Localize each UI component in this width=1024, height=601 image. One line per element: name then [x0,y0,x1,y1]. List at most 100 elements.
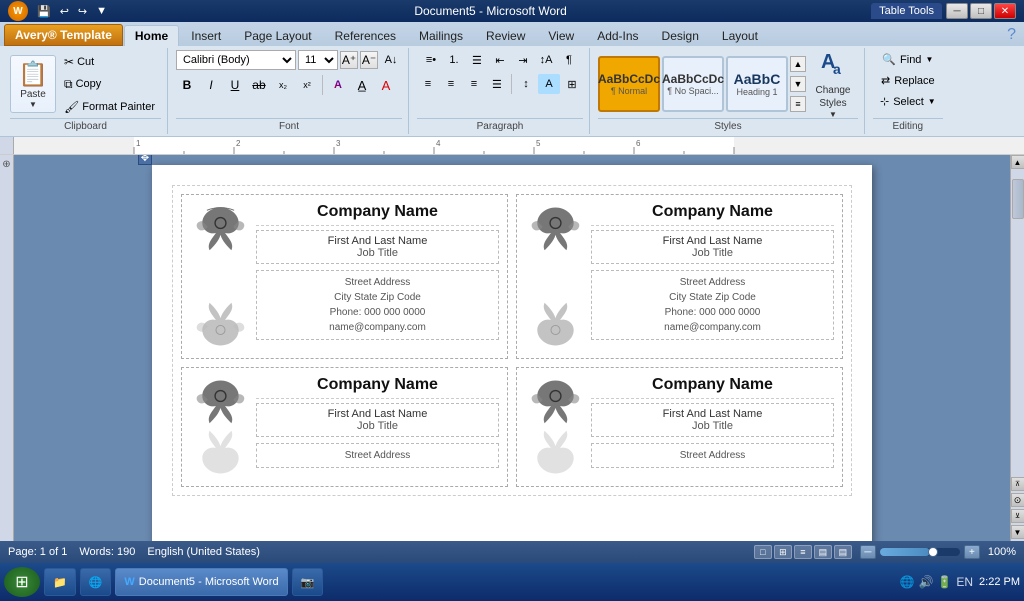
zoom-in-btn[interactable]: + [964,545,980,559]
vertical-scrollbar[interactable]: ▲ ⊼ ⊙ ⊻ ▼ [1010,155,1024,541]
style-nospacing[interactable]: AaBbCcDc ¶ No Spaci... [662,56,724,112]
card-person-name-1: First And Last Name [261,235,494,247]
view-print-btn[interactable]: □ [754,545,772,559]
zoom-bar[interactable] [880,548,960,556]
italic-button[interactable]: I [200,75,222,95]
scroll-thumb[interactable] [1012,179,1024,219]
scroll-track[interactable] [1012,169,1024,477]
justify-btn[interactable]: ☰ [486,74,508,94]
bullets-btn[interactable]: ≡• [420,50,442,70]
cards-grid: Company Name First And Last Name Job Tit… [181,194,843,487]
business-card-4[interactable]: Company Name First And Last Name Job Tit… [516,367,843,487]
style-normal[interactable]: AaBbCcDc ¶ Normal [598,56,660,112]
ornament-bottom-1 [193,300,248,350]
undo-quick-btn[interactable]: ↩ [57,4,72,19]
taskbar-explorer-btn[interactable]: 📁 [44,568,76,596]
change-styles-button[interactable]: A a ChangeStyles ▼ [808,56,858,112]
select-button[interactable]: ⊹ Select ▼ [873,92,943,111]
paste-dropdown-arrow[interactable]: ▼ [29,100,37,109]
tab-references[interactable]: References [324,25,407,46]
font-size-decrease-btn[interactable]: A⁻ [360,51,378,69]
qa-dropdown-btn[interactable]: ▼ [93,4,110,18]
scroll-page-up-btn[interactable]: ⊼ [1011,477,1024,491]
ribbon-help-btn[interactable]: ? [1003,24,1020,46]
bold-button[interactable]: B [176,75,198,95]
line-spacing-btn[interactable]: ↕ [515,74,537,94]
save-quick-btn[interactable]: 💾 [34,4,54,19]
font-size-select[interactable]: 11 [298,50,338,70]
multilevel-btn[interactable]: ☰ [466,50,488,70]
battery-icon: 🔋 [937,575,952,589]
styles-label: Styles [598,118,858,132]
styles-expand-btn[interactable]: ≡ [790,96,806,112]
clear-format-btn[interactable]: A↓ [380,50,402,70]
tab-home[interactable]: Home [124,25,179,46]
tab-view[interactable]: View [537,25,585,46]
borders-btn[interactable]: ⊞ [561,74,583,94]
text-effects-btn[interactable]: A [327,75,349,95]
tab-insert[interactable]: Insert [180,25,232,46]
styles-scroll-up-btn[interactable]: ▲ [790,56,806,72]
paste-button[interactable]: 📋 Paste ▼ [10,55,56,113]
redo-quick-btn[interactable]: ↪ [75,4,90,19]
zoom-handle[interactable] [928,547,938,557]
shading-btn[interactable]: A [538,74,560,94]
tab-review[interactable]: Review [475,25,536,46]
underline-button[interactable]: U [224,75,246,95]
superscript-button[interactable]: x² [296,75,318,95]
taskbar-camera-btn[interactable]: 📷 [292,568,324,596]
zoom-out-btn[interactable]: ─ [860,545,876,559]
tab-layout[interactable]: Layout [711,25,769,46]
minimize-btn[interactable]: ─ [946,3,968,19]
increase-indent-btn[interactable]: ⇥ [512,50,534,70]
font-color-btn[interactable]: A [375,75,397,95]
view-full-btn[interactable]: ⊞ [774,545,792,559]
view-draft-btn[interactable]: ▤ [834,545,852,559]
view-web-btn[interactable]: ≡ [794,545,812,559]
scroll-page-down-btn[interactable]: ⊻ [1011,509,1024,523]
replace-button[interactable]: ⇄ Replace [874,71,942,90]
svg-text:2: 2 [236,139,241,148]
tab-addins[interactable]: Add-Ins [586,25,649,46]
find-button[interactable]: 🔍 Find ▼ [875,50,940,69]
copy-button[interactable]: ⧉ Copy [58,74,161,95]
document-canvas[interactable]: ✥ [14,155,1010,541]
tab-design[interactable]: Design [651,25,710,46]
business-card-3[interactable]: Company Name First And Last Name Job Tit… [181,367,508,487]
scroll-bottom-btns: ⊼ ⊙ ⊻ ▼ [1011,477,1024,541]
subscript-button[interactable]: x₂ [272,75,294,95]
title-bar-controls[interactable]: ─ □ ✕ [946,3,1016,19]
show-formatting-btn[interactable]: ¶ [558,50,580,70]
font-size-increase-btn[interactable]: A⁺ [340,51,358,69]
start-button[interactable]: ⊞ [4,567,40,597]
align-center-btn[interactable]: ≡ [440,74,462,94]
business-card-2[interactable]: Company Name First And Last Name Job Tit… [516,194,843,359]
scroll-up-btn[interactable]: ▲ [1011,155,1024,169]
decrease-indent-btn[interactable]: ⇤ [489,50,511,70]
sort-btn[interactable]: ↕A [535,50,557,70]
page-move-handle[interactable]: ✥ [138,155,152,165]
tab-pagelayout[interactable]: Page Layout [233,25,322,46]
font-name-select[interactable]: Calibri (Body) [176,50,296,70]
style-heading1-label: Heading 1 [736,87,777,97]
close-btn[interactable]: ✕ [994,3,1016,19]
tab-avery[interactable]: Avery® Template [4,24,123,46]
numbering-btn[interactable]: 1. [443,50,465,70]
cut-button[interactable]: ✂ Cut [58,52,161,72]
align-right-btn[interactable]: ≡ [463,74,485,94]
scroll-down-btn[interactable]: ▼ [1011,525,1024,539]
tab-mailings[interactable]: Mailings [408,25,474,46]
taskbar-browser-btn[interactable]: 🌐 [80,568,112,596]
copy-icon: ⧉ [64,77,73,92]
format-painter-button[interactable]: 🖌 Format Painter [58,97,161,117]
styles-scroll-down-btn[interactable]: ▼ [790,76,806,92]
view-outline-btn[interactable]: ▤ [814,545,832,559]
maximize-btn[interactable]: □ [970,3,992,19]
text-highlight-btn[interactable]: A̲ [351,75,373,95]
strikethrough-button[interactable]: ab [248,75,270,95]
business-card-1[interactable]: Company Name First And Last Name Job Tit… [181,194,508,359]
style-heading1[interactable]: AaBbC Heading 1 [726,56,788,112]
taskbar-word-btn[interactable]: W Document5 - Microsoft Word [115,568,287,596]
scroll-select-btn[interactable]: ⊙ [1011,493,1024,507]
align-left-btn[interactable]: ≡ [417,74,439,94]
